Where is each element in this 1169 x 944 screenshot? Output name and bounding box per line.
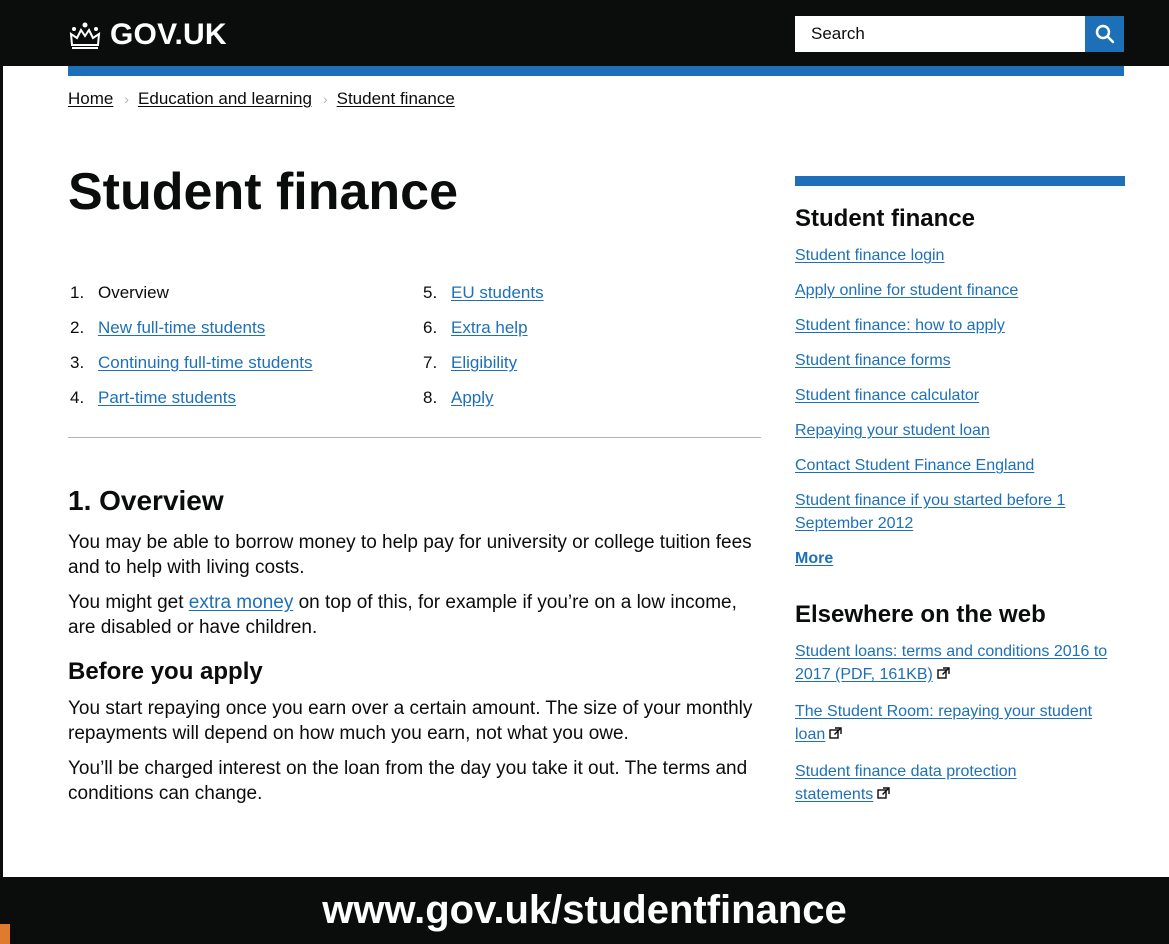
list-item: More <box>795 547 1125 570</box>
contents-number: 4. <box>70 388 85 407</box>
list-item: Student finance calculator <box>795 384 1125 407</box>
header-blue-bar <box>68 66 1124 76</box>
repayment-paragraph: You start repaying once you earn over a … <box>68 698 753 744</box>
interest-paragraph: You’ll be charged interest on the loan f… <box>68 758 748 804</box>
contents-item: 7. Eligibility <box>423 349 544 384</box>
sidebar-blue-bar <box>795 176 1125 186</box>
external-link-icon <box>877 787 890 799</box>
contents-item: 1. Overview <box>70 279 313 314</box>
contents-number: 6. <box>423 318 438 337</box>
list-item: Contact Student Finance England <box>795 454 1125 477</box>
contents-number: 3. <box>70 353 85 372</box>
contents-link-eu-students[interactable]: EU students <box>451 283 544 302</box>
list-item: Student finance: how to apply <box>795 314 1125 337</box>
breadcrumb-home[interactable]: Home <box>68 89 113 109</box>
contents-link-extra-help[interactable]: Extra help <box>451 318 528 337</box>
breadcrumb-education[interactable]: Education and learning <box>138 89 312 109</box>
contents-number: 8. <box>423 388 438 407</box>
related-sidebar: Student finance Student finance login Ap… <box>795 176 1125 820</box>
url-banner: www.gov.uk/studentfinance <box>0 877 1169 944</box>
chevron-right-icon: › <box>322 91 328 107</box>
list-item: Student finance login <box>795 244 1125 267</box>
related-link[interactable]: Student finance calculator <box>795 387 979 404</box>
contents-item: 6. Extra help <box>423 314 544 349</box>
overview-paragraph-2: You might get extra money on top of this… <box>68 590 768 640</box>
chevron-right-icon: › <box>124 91 130 107</box>
logo-text: GOV.UK <box>110 18 227 51</box>
contents-current: Overview <box>98 283 169 302</box>
contents-link-part-time[interactable]: Part-time students <box>98 388 236 407</box>
search-form <box>795 16 1124 52</box>
section-divider <box>68 437 761 438</box>
list-item: Student finance data protection statemen… <box>795 760 1055 806</box>
list-item: Apply online for student finance <box>795 279 1125 302</box>
sidebar-title: Student finance <box>795 205 976 232</box>
contents-item: 3. Continuing full-time students <box>70 349 313 384</box>
list-item: The Student Room: repaying your student … <box>795 700 1115 746</box>
related-link[interactable]: Student finance if you started before 1 … <box>795 492 1065 532</box>
contents-number: 2. <box>70 318 85 337</box>
related-link[interactable]: Student finance forms <box>795 352 951 369</box>
contents-number: 7. <box>423 353 438 372</box>
related-link[interactable]: Student finance: how to apply <box>795 317 1005 334</box>
contents-link-eligibility[interactable]: Eligibility <box>451 353 517 372</box>
subheading-before-you-apply: Before you apply <box>68 658 263 685</box>
external-links: Student loans: terms and conditions 2016… <box>795 640 1125 806</box>
contents-number: 5. <box>423 283 438 302</box>
list-item: Student finance forms <box>795 349 1125 372</box>
overview-paragraph-1: You may be able to borrow money to help … <box>68 532 752 578</box>
related-link[interactable]: Student finance login <box>795 247 944 264</box>
external-link-icon <box>937 667 950 679</box>
govuk-logo-link[interactable]: GOV.UK <box>68 18 227 52</box>
contents-link-continuing[interactable]: Continuing full-time students <box>98 353 313 372</box>
contents-item: 5. EU students <box>423 279 544 314</box>
breadcrumb: Home › Education and learning › Student … <box>68 89 455 109</box>
paragraph-text: You might get <box>68 592 189 613</box>
related-links: Student finance login Apply online for s… <box>795 244 1125 570</box>
contents-item: 4. Part-time students <box>70 384 313 419</box>
list-item: Student finance if you started before 1 … <box>795 489 1095 535</box>
external-link[interactable]: Student finance data protection statemen… <box>795 763 1017 803</box>
page-title: Student finance <box>68 163 459 221</box>
external-link-icon <box>829 727 842 739</box>
search-input[interactable] <box>795 16 1085 52</box>
crown-icon <box>69 22 101 49</box>
contents-item: 2. New full-time students <box>70 314 313 349</box>
search-icon <box>1095 24 1114 44</box>
list-item: Student loans: terms and conditions 2016… <box>795 640 1115 686</box>
elsewhere-title: Elsewhere on the web <box>795 601 1046 628</box>
contents-column-right: 5. EU students 6. Extra help 7. Eligibility… <box>423 279 544 419</box>
contents-link-apply[interactable]: Apply <box>451 388 494 407</box>
more-link[interactable]: More <box>795 550 833 567</box>
search-button[interactable] <box>1085 16 1124 52</box>
related-link[interactable]: Repaying your student loan <box>795 422 990 439</box>
contents-link-new-full-time[interactable]: New full-time students <box>98 318 265 337</box>
list-item: Repaying your student loan <box>795 419 1125 442</box>
breadcrumb-student-finance[interactable]: Student finance <box>337 89 455 109</box>
contents-column-left: 1. Overview 2. New full-time students 3. Co… <box>70 279 313 419</box>
contents-item: 8. Apply <box>423 384 544 419</box>
related-link[interactable]: Contact Student Finance England <box>795 457 1034 474</box>
corner-accent <box>0 924 10 944</box>
site-header: GOV.UK <box>0 0 1169 66</box>
external-link[interactable]: Student loans: terms and conditions 2016… <box>795 643 1107 683</box>
main-content: 1. Overview You may be able to borrow mo… <box>68 482 768 816</box>
section-heading: 1. Overview <box>68 485 224 516</box>
extra-money-link[interactable]: extra money <box>189 592 294 613</box>
contents-number: 1. <box>70 283 85 302</box>
related-link[interactable]: Apply online for student finance <box>795 282 1018 299</box>
